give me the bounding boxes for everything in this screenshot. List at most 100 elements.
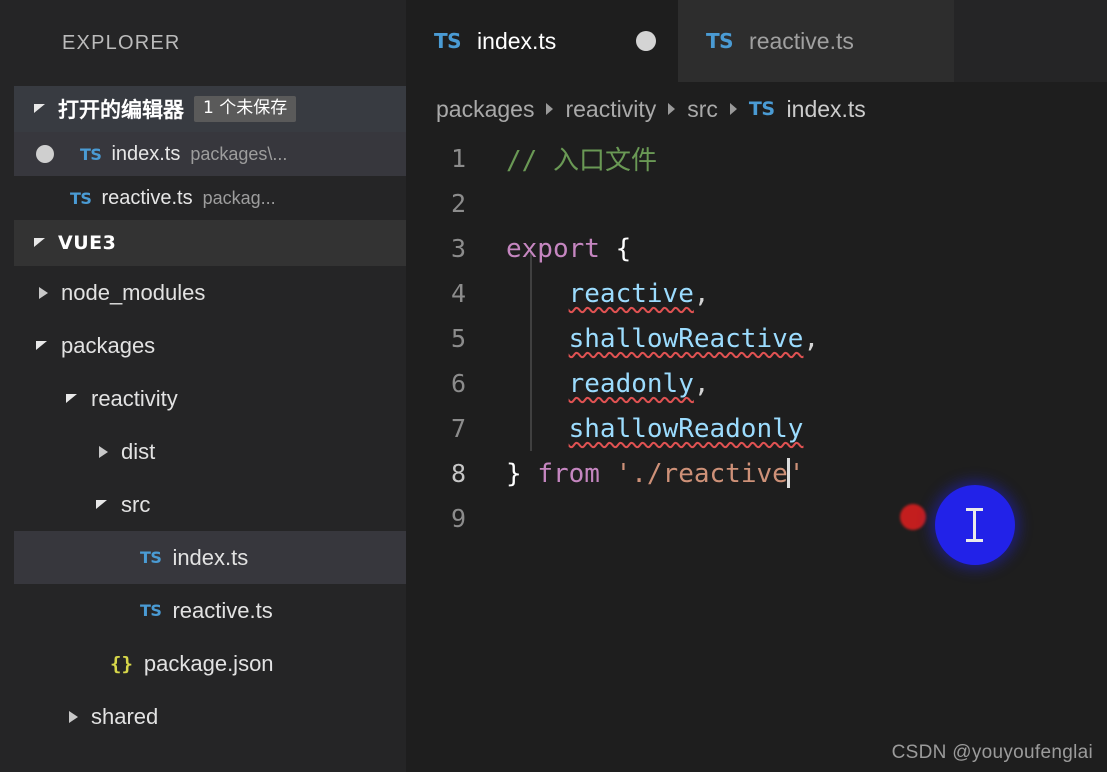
tree-row-reactivity[interactable]: reactivity: [14, 372, 406, 425]
tree-row-index-ts[interactable]: TS index.ts: [14, 531, 406, 584]
open-editor-path: packages\...: [190, 143, 288, 164]
ts-icon: TS: [140, 601, 162, 620]
json-file-icon: {}: [110, 652, 133, 675]
tree-row-dist[interactable]: dist: [14, 425, 406, 478]
chevron-down-icon[interactable]: [34, 236, 48, 250]
tab-label: reactive.ts: [749, 27, 854, 54]
tab-label: index.ts: [477, 27, 557, 54]
breadcrumb-item-packages[interactable]: packages: [436, 96, 534, 123]
tab-bar-empty-space: [954, 0, 1107, 82]
ts-icon: TS: [434, 29, 462, 53]
breadcrumb-item-src[interactable]: src: [687, 96, 718, 123]
chevron-right-icon[interactable]: [66, 710, 80, 724]
watermark: CSDN @youyoufenglai: [891, 742, 1093, 763]
code-line[interactable]: 6 readonly,: [406, 361, 1107, 406]
open-editors-section-header[interactable]: 打开的编辑器 1 个未保存: [14, 86, 406, 132]
explorer-sidebar: EXPLORER 打开的编辑器 1 个未保存 TS index.ts packa…: [14, 0, 406, 772]
code-line[interactable]: 2: [406, 181, 1107, 226]
tree-row-label: reactive.ts: [172, 597, 273, 623]
workspace-section-header[interactable]: VUE3: [14, 220, 406, 266]
tree-row-label: node_modules: [61, 279, 206, 305]
breadcrumb-item-file[interactable]: index.ts: [787, 96, 866, 123]
code-line[interactable]: 3 export {: [406, 226, 1107, 271]
ts-icon: TS: [140, 548, 162, 567]
chevron-down-icon[interactable]: [66, 392, 80, 406]
code-token-comma: ,: [803, 323, 820, 354]
line-number: 7: [450, 414, 466, 443]
code-token-identifier: readonly: [568, 368, 694, 399]
code-editor[interactable]: 1 // 入口文件 2 3 export { 4 reactive, 5 sha…: [406, 136, 1107, 772]
chevron-right-icon: [668, 103, 676, 115]
tree-row-package-json[interactable]: {} package.json: [14, 637, 406, 690]
dirty-dot-icon[interactable]: [36, 145, 54, 163]
tree-row-reactive-ts[interactable]: TS reactive.ts: [14, 584, 406, 637]
open-editor-name: reactive.ts: [101, 186, 193, 209]
tree-row-node-modules[interactable]: node_modules: [14, 266, 406, 319]
line-number: 2: [450, 189, 466, 218]
open-editor-path: packag...: [202, 187, 276, 208]
file-tree: node_modules packages reactivity dist src TS i…: [14, 266, 406, 743]
tab-bar: TS index.ts TS reactive.ts: [406, 0, 1107, 82]
code-line[interactable]: 7 shallowReadonly: [406, 406, 1107, 451]
code-line[interactable]: 5 shallowReactive,: [406, 316, 1107, 361]
tree-row-label: dist: [121, 438, 156, 464]
vscode-window: EXPLORER 打开的编辑器 1 个未保存 TS index.ts packa…: [0, 0, 1107, 772]
tree-row-shared[interactable]: shared: [14, 690, 406, 743]
tree-row-label: shared: [91, 703, 159, 729]
chevron-right-icon: [546, 103, 554, 115]
line-number: 1: [450, 144, 466, 173]
code-token-keyword-from: from: [537, 459, 600, 489]
tree-row-label: package.json: [143, 650, 274, 676]
chevron-down-icon[interactable]: [96, 498, 110, 512]
tab-reactive-ts[interactable]: TS reactive.ts: [678, 0, 954, 82]
line-number: 8: [450, 459, 466, 488]
code-token-brace-open: {: [615, 233, 632, 264]
chevron-right-icon: [729, 103, 737, 115]
code-token-comma: ,: [693, 278, 710, 309]
code-line-current[interactable]: 8 } from './reactive': [406, 451, 1107, 496]
text-caret: [786, 458, 790, 488]
tree-row-label: src: [121, 491, 151, 517]
tree-row-packages[interactable]: packages: [14, 319, 406, 372]
code-token-keyword-export: export: [506, 233, 600, 264]
breadcrumb-item-reactivity[interactable]: reactivity: [565, 96, 656, 123]
click-trail-dot: [900, 504, 926, 530]
tree-row-label: packages: [61, 332, 156, 358]
open-editor-row-reactive[interactable]: TS reactive.ts packag...: [14, 176, 406, 220]
code-token-identifier: shallowReadonly: [568, 413, 804, 444]
tree-row-src[interactable]: src: [14, 478, 406, 531]
unsaved-badge: 1 个未保存: [194, 95, 297, 123]
explorer-title: EXPLORER: [62, 31, 181, 54]
code-token-brace-close: }: [506, 459, 522, 489]
line-number: 4: [450, 279, 466, 308]
chevron-down-icon[interactable]: [36, 339, 50, 353]
chevron-right-icon[interactable]: [36, 286, 50, 300]
ts-icon: TS: [706, 29, 734, 53]
chevron-down-icon[interactable]: [34, 102, 48, 116]
editor-area: TS index.ts TS reactive.ts packages reac…: [406, 0, 1107, 772]
code-token-comma: ,: [693, 368, 710, 399]
breadcrumb: packages reactivity src TS index.ts: [406, 82, 1107, 136]
ts-icon: TS: [70, 188, 92, 208]
chevron-right-icon[interactable]: [96, 445, 110, 459]
tab-dirty-indicator[interactable]: [636, 31, 656, 51]
line-number: 6: [450, 369, 466, 398]
open-editors-label: 打开的编辑器: [58, 98, 184, 122]
open-editor-name: index.ts: [111, 142, 181, 165]
tab-index-ts[interactable]: TS index.ts: [406, 0, 678, 82]
mouse-click-indicator: [935, 485, 1015, 565]
code-line[interactable]: 4 reactive,: [406, 271, 1107, 316]
tree-row-label: index.ts: [172, 544, 249, 570]
open-editor-row-index[interactable]: TS index.ts packages\...: [14, 132, 406, 176]
line-number: 3: [450, 234, 466, 263]
code-token-identifier: shallowReactive: [568, 323, 804, 354]
line-number: 9: [450, 504, 466, 533]
activity-bar[interactable]: [0, 0, 14, 772]
code-line[interactable]: 1 // 入口文件: [406, 136, 1107, 181]
code-token-identifier: reactive: [568, 278, 694, 309]
i-beam-cursor-icon: [966, 508, 984, 542]
workspace-label: VUE3: [58, 232, 117, 254]
